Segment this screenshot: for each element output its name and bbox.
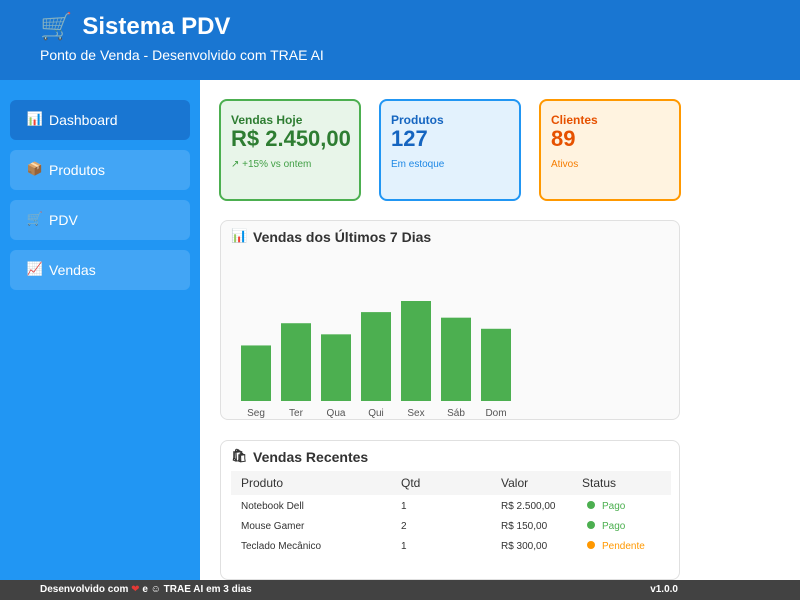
- cell-valor: R$ 150,00: [501, 521, 548, 532]
- card-label: Vendas Hoje: [231, 113, 303, 127]
- sidebar-item-label: Vendas: [49, 262, 96, 278]
- card-vendas-hoje: Vendas Hoje R$ 2.450,00 ↗ +15% vs ontem: [219, 99, 361, 201]
- chart-bar-qua: [321, 334, 351, 401]
- card-note: Em estoque: [391, 159, 445, 170]
- bar-chart-icon: 📊: [231, 229, 248, 244]
- app-header: 🛒 Sistema PDV Ponto de Venda - Desenvolv…: [0, 0, 800, 80]
- cell-valor: R$ 300,00: [501, 541, 548, 552]
- footer-mid: e: [142, 584, 148, 595]
- sidebar-item-label: PDV: [49, 212, 78, 228]
- card-value: R$ 2.450,00: [231, 126, 351, 151]
- app-version: v1.0.0: [650, 584, 678, 595]
- sidebar-item-label: Dashboard: [49, 112, 118, 128]
- chart-tick-label: Sáb: [447, 408, 465, 419]
- cell-qtd: 1: [401, 541, 407, 552]
- cell-produto: Mouse Gamer: [241, 521, 305, 532]
- card-label: Clientes: [551, 113, 598, 127]
- chart-title-text: Vendas dos Últimos 7 Dias: [253, 229, 432, 245]
- robot-icon: ☺: [150, 584, 161, 595]
- sidebar-item-produtos[interactable]: 📦 Produtos: [10, 150, 190, 190]
- status-dot-icon: [587, 541, 595, 550]
- package-icon: 📦: [26, 162, 44, 177]
- footer-prefix: Desenvolvido com: [40, 584, 129, 595]
- card-produtos: Produtos 127 Em estoque: [379, 99, 521, 201]
- sidebar: 📊 Dashboard 📦 Produtos 🛒 PDV 📈 Vendas: [0, 80, 200, 580]
- table-header: Produto Qtd Valor Status: [231, 471, 671, 495]
- chart-tick-label: Sex: [407, 408, 424, 419]
- chart-tick-label: Dom: [485, 408, 506, 419]
- chart-tick-label: Ter: [289, 408, 304, 419]
- app-title: Sistema PDV: [82, 13, 231, 40]
- cell-qtd: 1: [401, 501, 407, 512]
- app-subtitle: Ponto de Venda - Desenvolvido com TRAE A…: [40, 47, 324, 63]
- chart-bar-qui: [361, 312, 391, 401]
- footer-credits: Desenvolvido com ❤ e ☺ TRAE AI em 3 dias: [40, 580, 252, 600]
- recent-sales-title: 🛍 Vendas Recentes: [231, 449, 368, 465]
- table-row: Notebook Dell 1 R$ 2.500,00 Pago: [231, 497, 671, 517]
- card-note: Ativos: [551, 159, 579, 170]
- chart-bar-dom: [481, 328, 511, 401]
- chart-tick-label: Qui: [368, 408, 384, 419]
- status-text: Pago: [602, 501, 626, 512]
- header-title-row: 🛒 Sistema PDV: [40, 12, 230, 42]
- cell-produto: Teclado Mecânico: [241, 541, 322, 552]
- chart-bar-sex: [401, 301, 431, 401]
- cell-qtd: 2: [401, 521, 407, 532]
- table-row: Mouse Gamer 2 R$ 150,00 Pago: [231, 517, 671, 537]
- app-footer: Desenvolvido com ❤ e ☺ TRAE AI em 3 dias…: [0, 580, 800, 600]
- status-dot-icon: [587, 501, 595, 510]
- card-label: Produtos: [391, 113, 444, 127]
- footer-suffix: TRAE AI em 3 dias: [163, 584, 252, 595]
- sales-bar-chart: Seg Ter Qua Qui Sex Sáb Dom: [241, 301, 511, 419]
- status-text: Pago: [602, 521, 626, 532]
- chart-bar-ter: [281, 323, 311, 401]
- cell-valor: R$ 2.500,00: [501, 501, 556, 512]
- trend-chart-icon: 📈: [26, 262, 44, 277]
- sidebar-item-vendas[interactable]: 📈 Vendas: [10, 250, 190, 290]
- bar-chart-icon: 📊: [26, 112, 44, 127]
- card-note: ↗ +15% vs ontem: [231, 159, 312, 170]
- column-header-valor: Valor: [501, 476, 529, 490]
- card-value: 89: [551, 126, 576, 151]
- chart-tick-label: Seg: [247, 408, 265, 419]
- cell-produto: Notebook Dell: [241, 501, 304, 512]
- chart-bar-sáb: [441, 317, 471, 401]
- sales-chart-panel: Seg Ter Qua Qui Sex Sáb Dom 📊 Vendas dos Últim…: [220, 220, 680, 420]
- status-badge: Pago: [587, 517, 625, 537]
- status-dot-icon: [587, 521, 595, 530]
- column-header-produto: Produto: [241, 476, 284, 490]
- sidebar-item-pdv[interactable]: 🛒 PDV: [10, 200, 190, 240]
- sidebar-item-label: Produtos: [49, 162, 106, 178]
- chart-title: 📊 Vendas dos Últimos 7 Dias: [231, 229, 431, 245]
- recent-sales-panel: 🛍 Vendas Recentes Produto Qtd Valor Stat…: [220, 440, 680, 580]
- status-text: Pendente: [602, 541, 645, 552]
- status-badge: Pago: [587, 497, 625, 517]
- column-header-status: Status: [582, 476, 617, 490]
- shopping-cart-icon: 🛒: [26, 212, 44, 227]
- status-badge: Pendente: [587, 537, 645, 557]
- chart-bar-seg: [241, 345, 271, 401]
- shopping-cart-icon: 🛒: [40, 12, 73, 42]
- card-clientes: Clientes 89 Ativos: [539, 99, 681, 201]
- column-header-qtd: Qtd: [401, 476, 421, 490]
- heart-icon: ❤: [131, 584, 140, 595]
- chart-tick-label: Qua: [327, 408, 346, 419]
- table-row: Teclado Mecânico 1 R$ 300,00 Pendente: [231, 537, 671, 557]
- recent-sales-title-text: Vendas Recentes: [253, 449, 369, 465]
- shopping-bags-icon: 🛍: [231, 449, 248, 464]
- card-value: 127: [391, 126, 428, 151]
- sidebar-item-dashboard[interactable]: 📊 Dashboard: [10, 100, 190, 140]
